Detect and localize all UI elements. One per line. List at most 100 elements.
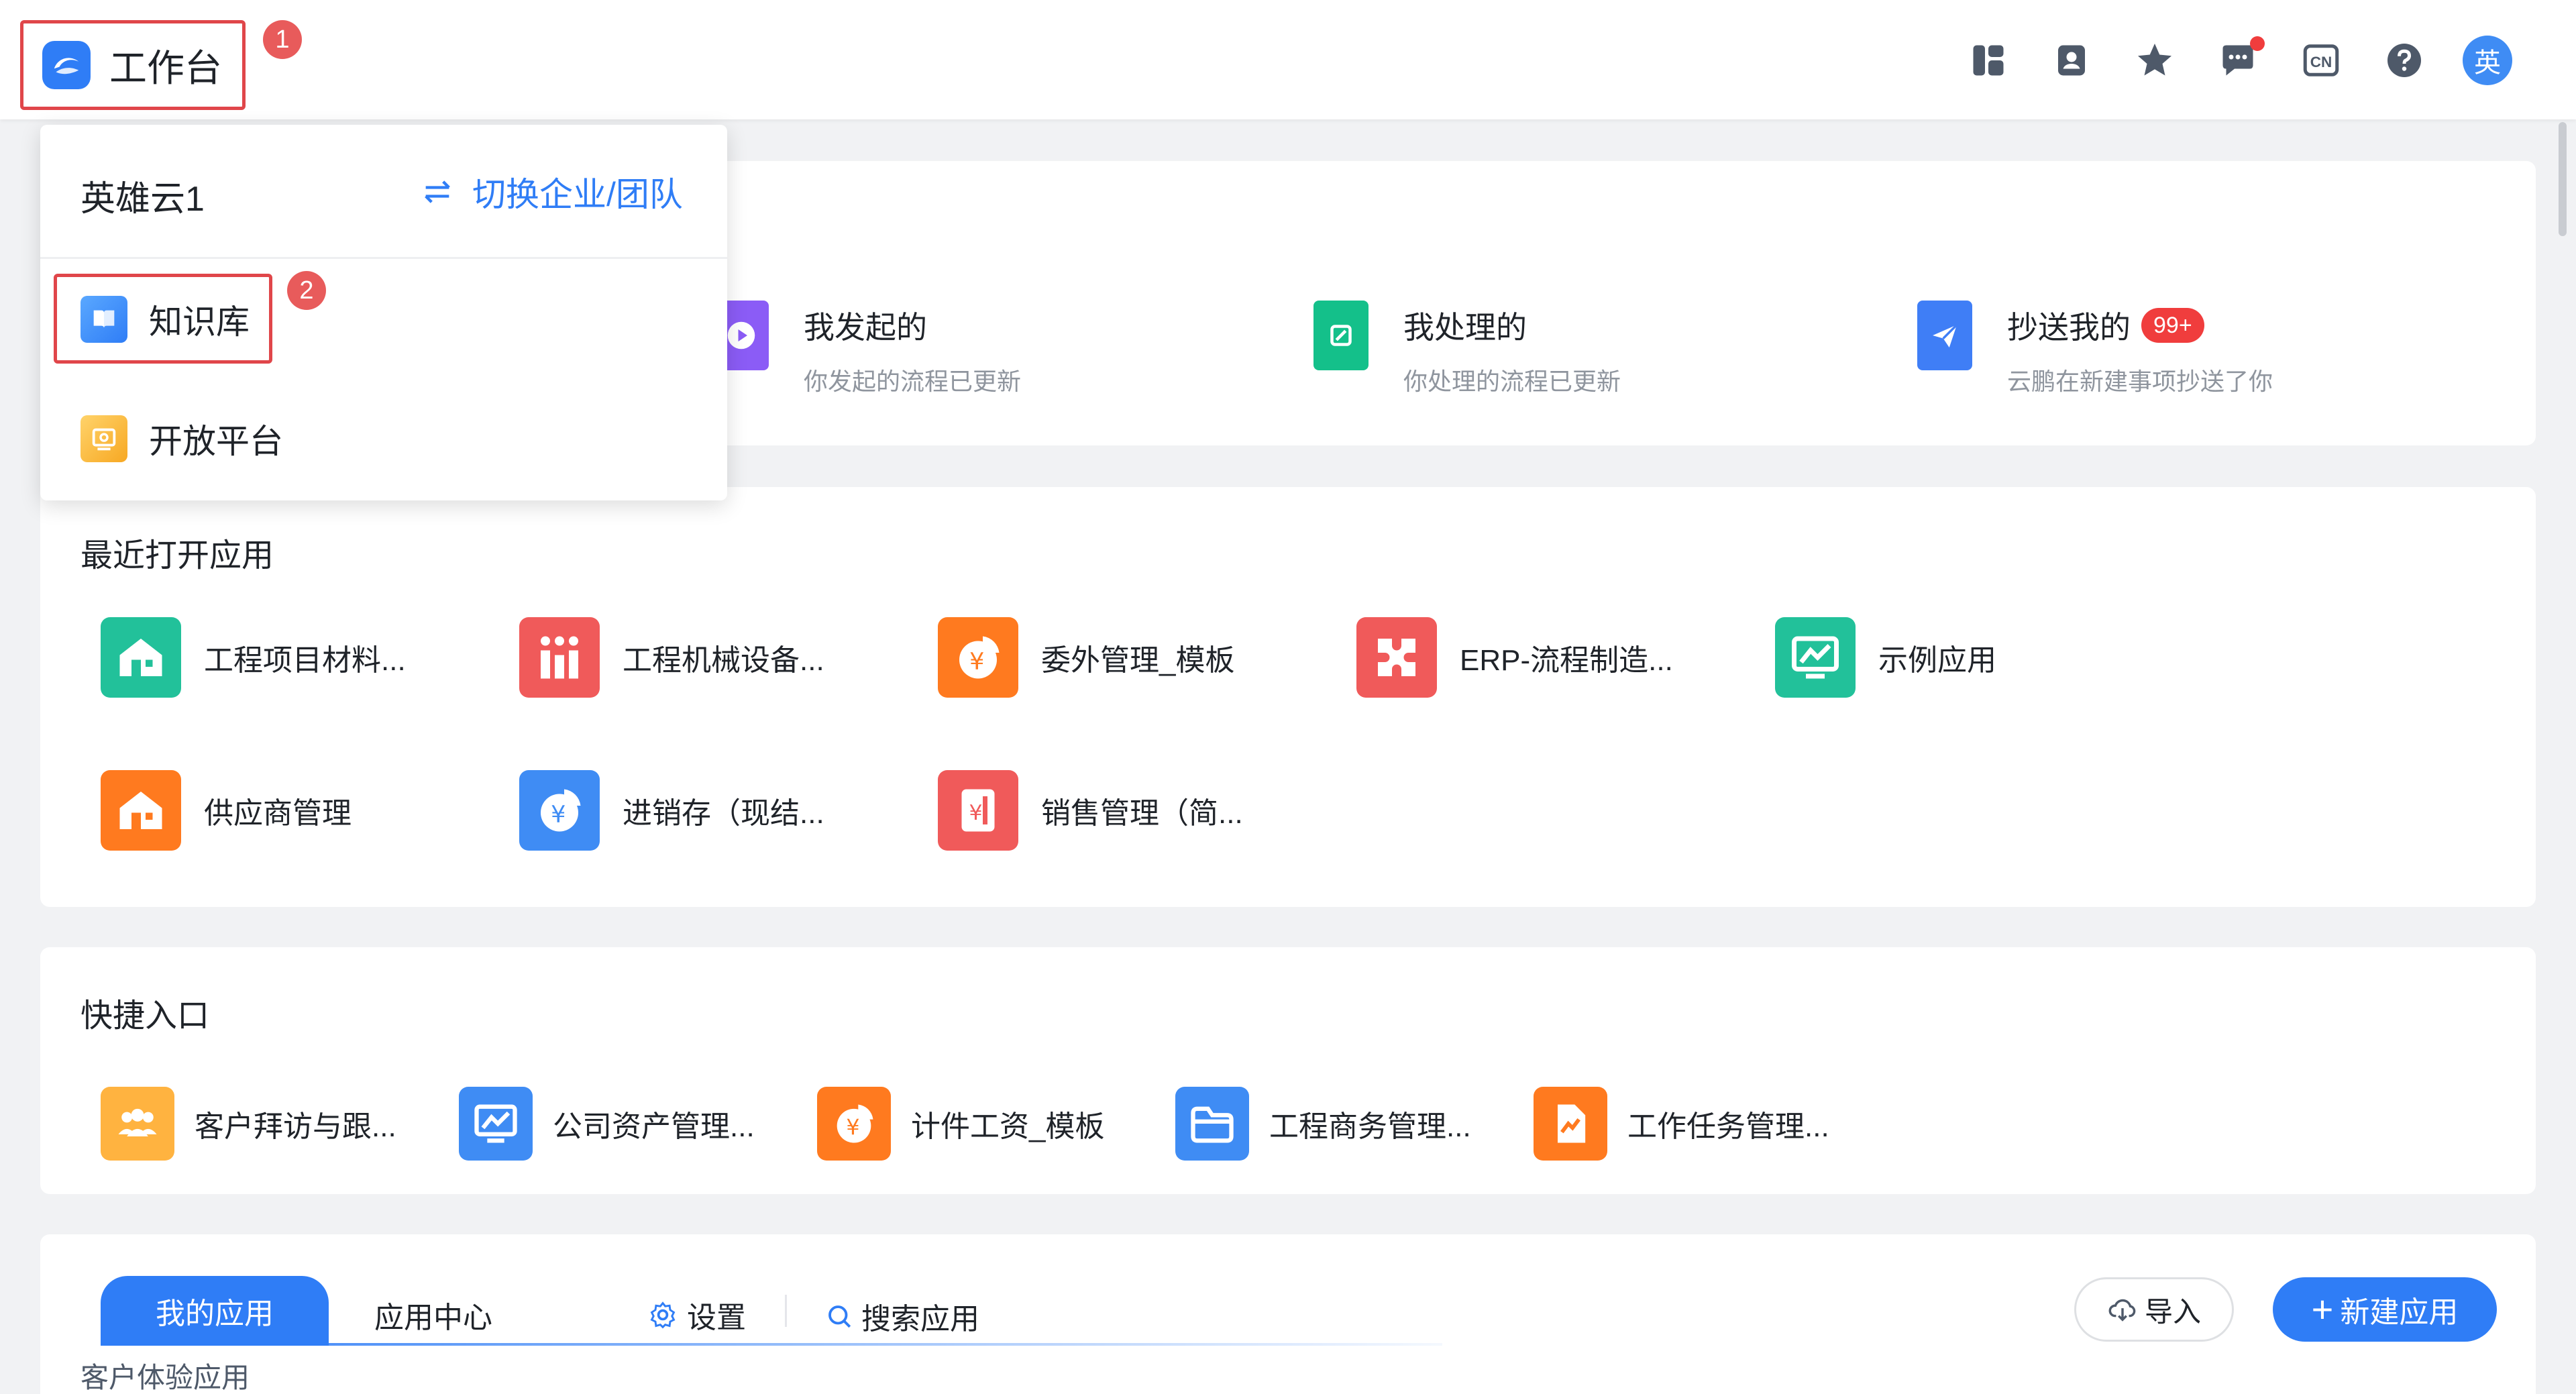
yuan-pie-icon: ¥ bbox=[519, 770, 600, 851]
app-label: 工程项目材料... bbox=[204, 644, 406, 677]
flow-initiated[interactable]: 我发起的 你发起的流程已更新 bbox=[714, 301, 1021, 397]
step-badge-2: 2 bbox=[287, 271, 326, 310]
app-item[interactable]: ¥ 委外管理_模板 bbox=[938, 617, 1234, 698]
brand-logo-icon bbox=[42, 41, 91, 89]
message-icon[interactable] bbox=[2196, 35, 2279, 86]
quick-item[interactable]: 工程商务管理... bbox=[1175, 1087, 1471, 1161]
search-apps-label: 搜索应用 bbox=[861, 1303, 979, 1336]
menu-item-open-platform[interactable]: 开放平台 bbox=[80, 415, 283, 463]
tab-my-apps[interactable]: 我的应用 bbox=[101, 1276, 329, 1346]
dropdown-header: 英雄云1 切换企业/团队 bbox=[40, 125, 727, 259]
workspace-dropdown: 英雄云1 切换企业/团队 知识库 2 开放平台 bbox=[40, 125, 727, 500]
menu-item-label: 开放平台 bbox=[149, 423, 283, 460]
search-icon bbox=[828, 1305, 851, 1328]
tab-underline bbox=[101, 1343, 1442, 1346]
flow-handled[interactable]: 我处理的 你处理的流程已更新 bbox=[1313, 301, 1621, 397]
help-icon[interactable] bbox=[2363, 35, 2446, 86]
app-item[interactable]: 工程机械设备... bbox=[519, 617, 824, 698]
folder-icon bbox=[1175, 1087, 1249, 1161]
switch-org-button[interactable]: 切换企业/团队 bbox=[420, 168, 683, 216]
task-doc-icon bbox=[1534, 1087, 1607, 1161]
settings-label: 设置 bbox=[687, 1301, 746, 1334]
import-label: 导入 bbox=[2144, 1295, 2201, 1328]
avatar[interactable]: 英 bbox=[2463, 36, 2512, 85]
quick-label: 客户拜访与跟... bbox=[195, 1110, 396, 1143]
building-icon bbox=[101, 770, 181, 851]
book-icon bbox=[80, 296, 127, 343]
svg-text:¥: ¥ bbox=[969, 801, 982, 825]
app-label: 工程机械设备... bbox=[623, 644, 824, 677]
top-bar: 工作台 1 CN 英 bbox=[0, 0, 2576, 119]
puzzle-icon bbox=[1356, 617, 1437, 698]
new-app-button[interactable]: + 新建应用 bbox=[2273, 1277, 2497, 1342]
flow-title: 我处理的 bbox=[1403, 310, 1527, 345]
settings-button[interactable]: 设置 bbox=[648, 1293, 746, 1336]
step-badge-1: 1 bbox=[263, 20, 302, 59]
scrollbar[interactable] bbox=[2559, 122, 2567, 236]
language-label: CN bbox=[2310, 54, 2332, 70]
unread-count-badge: 99+ bbox=[2141, 308, 2204, 343]
people-icon bbox=[519, 617, 600, 698]
flow-subtitle: 你发起的流程已更新 bbox=[804, 368, 1022, 395]
workspace-switcher[interactable]: 工作台 bbox=[20, 20, 246, 110]
notification-dot bbox=[2250, 36, 2265, 51]
app-label: ERP-流程制造... bbox=[1460, 644, 1673, 677]
quick-label: 工作任务管理... bbox=[1627, 1110, 1829, 1143]
svg-text:¥: ¥ bbox=[846, 1116, 859, 1140]
quick-item[interactable]: 公司资产管理... bbox=[459, 1087, 755, 1161]
divider bbox=[785, 1295, 787, 1327]
flow-subtitle: 你处理的流程已更新 bbox=[1403, 368, 1621, 395]
svg-text:¥: ¥ bbox=[969, 649, 984, 676]
quick-label: 计件工资_模板 bbox=[911, 1110, 1105, 1143]
import-button[interactable]: 导入 bbox=[2074, 1277, 2234, 1342]
gear-icon bbox=[650, 1301, 676, 1329]
swap-icon bbox=[425, 180, 450, 203]
user-menu[interactable]: 英 bbox=[2446, 35, 2529, 86]
app-item[interactable]: 示例应用 bbox=[1775, 617, 1996, 698]
contacts-icon[interactable] bbox=[2030, 35, 2113, 86]
quick-item[interactable]: 客户拜访与跟... bbox=[101, 1087, 396, 1161]
app-item[interactable]: 工程项目材料... bbox=[101, 617, 406, 698]
app-label: 示例应用 bbox=[1878, 644, 1996, 677]
app-item[interactable]: ¥ 销售管理（简... bbox=[938, 770, 1243, 851]
app-item[interactable]: ¥ 进销存（现结... bbox=[519, 770, 824, 851]
document-icon bbox=[1313, 301, 1368, 370]
svg-text:¥: ¥ bbox=[551, 802, 566, 828]
search-apps[interactable]: 搜索应用 bbox=[825, 1295, 979, 1338]
chart-board-icon bbox=[1775, 617, 1856, 698]
recent-apps-title: 最近打开应用 bbox=[80, 538, 274, 574]
plus-icon: + bbox=[2311, 1288, 2334, 1330]
menu-item-knowledge-base[interactable]: 知识库 bbox=[80, 295, 250, 343]
switch-org-label: 切换企业/团队 bbox=[472, 176, 683, 213]
org-name: 英雄云1 bbox=[80, 180, 205, 219]
quick-item[interactable]: ¥ 计件工资_模板 bbox=[817, 1087, 1104, 1161]
star-icon[interactable] bbox=[2113, 35, 2196, 86]
app-item[interactable]: 供应商管理 bbox=[101, 770, 352, 851]
group-icon bbox=[101, 1087, 174, 1161]
quick-item[interactable]: 工作任务管理... bbox=[1534, 1087, 1829, 1161]
app-label: 销售管理（简... bbox=[1041, 797, 1243, 830]
new-app-label: 新建应用 bbox=[2340, 1296, 2459, 1329]
flow-title: 我发起的 bbox=[804, 310, 927, 345]
recent-apps-card: 最近打开应用 工程项目材料... 工程机械设备... ¥ 委外管理_模板 ERP… bbox=[40, 487, 2536, 907]
yuan-pie-icon: ¥ bbox=[938, 617, 1018, 698]
tab-app-center[interactable]: 应用中心 bbox=[374, 1293, 492, 1336]
menu-item-label: 知识库 bbox=[149, 303, 250, 341]
language-cn-icon[interactable]: CN bbox=[2279, 35, 2363, 86]
layout-icon[interactable] bbox=[1947, 35, 2030, 86]
app-label: 进销存（现结... bbox=[623, 797, 824, 830]
page-title: 工作台 bbox=[109, 46, 222, 89]
receipt-icon: ¥ bbox=[938, 770, 1018, 851]
app-item[interactable]: ERP-流程制造... bbox=[1356, 617, 1673, 698]
app-label: 委外管理_模板 bbox=[1041, 644, 1235, 677]
yuan-pie-icon: ¥ bbox=[817, 1087, 891, 1161]
cloud-download-icon bbox=[2108, 1299, 2136, 1322]
quick-label: 工程商务管理... bbox=[1269, 1110, 1471, 1143]
flow-title: 抄送我的 bbox=[2007, 310, 2131, 345]
flow-subtitle: 云鹏在新建事项抄送了你 bbox=[2007, 368, 2273, 395]
section-title: 客户体验应用 bbox=[80, 1362, 250, 1393]
quick-entry-title: 快捷入口 bbox=[80, 998, 210, 1034]
open-platform-icon bbox=[80, 415, 127, 462]
flow-cc[interactable]: 抄送我的 99+ 云鹏在新建事项抄送了你 bbox=[1917, 301, 2273, 397]
chart-board-icon bbox=[459, 1087, 533, 1161]
